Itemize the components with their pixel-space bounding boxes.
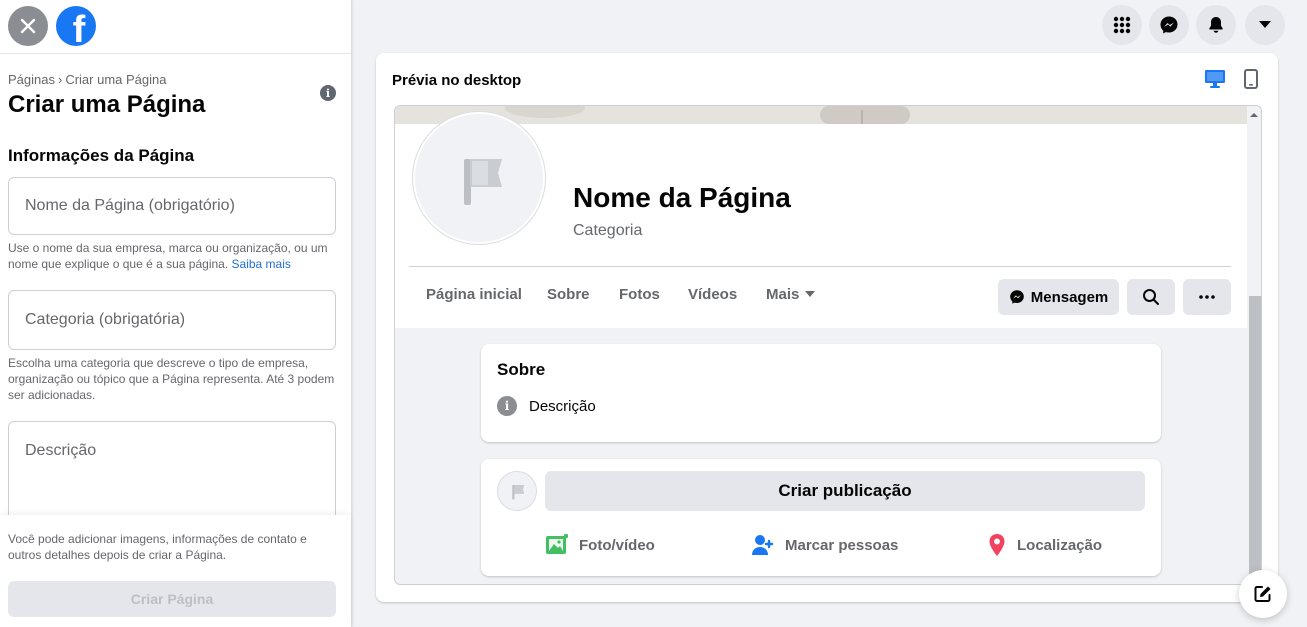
new-message-button[interactable] [1239, 570, 1287, 618]
preview-frame: Nome da Página Categoria Página inicial … [394, 105, 1262, 585]
desktop-icon [1205, 70, 1225, 88]
page-name-preview: Nome da Página [573, 182, 791, 213]
tab-photos[interactable]: Fotos [619, 286, 660, 303]
close-icon [20, 18, 36, 34]
learn-more-link[interactable]: Saiba mais [232, 257, 291, 271]
notifications-button[interactable] [1196, 5, 1236, 45]
breadcrumb-pages-link[interactable]: Páginas [8, 72, 55, 87]
create-page-panel: f Páginas › Criar uma Página Criar uma Pág… [0, 0, 352, 627]
desktop-preview: Prévia no desktop Nome da Página Categor… [376, 53, 1278, 602]
page-name-field [8, 177, 336, 235]
tab-home[interactable]: Página inicial [426, 286, 522, 303]
description-row: i Descrição [497, 396, 596, 416]
profile-picture[interactable] [413, 112, 545, 244]
location-pin-icon [989, 534, 1005, 556]
message-button[interactable]: Mensagem [998, 279, 1119, 315]
messenger-icon [1160, 16, 1178, 34]
create-post-card: Criar publicação Foto/vídeo Marcar pesso… [481, 459, 1161, 576]
account-caret-icon [1259, 21, 1271, 28]
photo-video-button[interactable]: Foto/vídeo [545, 533, 655, 557]
compose-icon [1254, 586, 1271, 602]
tab-videos[interactable]: Vídeos [688, 286, 737, 303]
left-panel-header: f [0, 0, 351, 54]
location-button[interactable]: Localização [987, 533, 1102, 557]
messenger-button[interactable] [1149, 5, 1189, 45]
preview-scrollbar[interactable] [1247, 106, 1261, 584]
tab-more[interactable]: Mais [766, 286, 816, 303]
caret-down-icon [805, 291, 816, 297]
flag-placeholder-icon [512, 485, 525, 500]
message-button-label: Mensagem [1030, 288, 1109, 306]
account-button[interactable] [1245, 5, 1285, 45]
desktop-view-button[interactable] [1204, 69, 1226, 94]
photo-video-label: Foto/vídeo [579, 536, 655, 554]
category-field [8, 290, 336, 350]
close-button[interactable] [8, 6, 48, 46]
scrollbar-thumb[interactable] [1249, 296, 1261, 576]
info-icon: i [497, 396, 517, 416]
tag-people-icon [752, 535, 774, 555]
category-input[interactable] [9, 291, 335, 349]
page-title: Criar uma Página [8, 91, 206, 118]
left-panel-footer: Você pode adicionar imagens, informações… [0, 515, 351, 627]
page-category-preview: Categoria [573, 222, 643, 239]
page-name-input[interactable] [9, 178, 335, 234]
more-options-button[interactable] [1183, 279, 1231, 315]
info-icon[interactable]: i [320, 85, 336, 101]
post-avatar [497, 471, 537, 511]
breadcrumb-current: Criar uma Página [65, 72, 167, 87]
facebook-logo-icon[interactable]: f [56, 6, 96, 46]
cover-photo [395, 106, 1247, 124]
tab-more-label: Mais [766, 286, 800, 303]
breadcrumb-separator: › [57, 72, 63, 87]
messenger-icon [1009, 290, 1024, 304]
description-label: Descrição [529, 397, 596, 415]
tab-about[interactable]: Sobre [547, 286, 590, 303]
location-label: Localização [1017, 536, 1103, 554]
notifications-bell-icon [1209, 17, 1223, 33]
preview-title: Prévia no desktop [392, 72, 522, 89]
page-header: Nome da Página Categoria Página inicial … [395, 112, 1247, 328]
flag-placeholder-icon [464, 159, 502, 205]
mobile-icon [1244, 69, 1258, 89]
tag-people-button[interactable]: Marcar pessoas [751, 533, 898, 557]
header-divider [409, 266, 1231, 267]
section-title: Informações da Página [8, 146, 195, 165]
ellipsis-icon [1199, 295, 1215, 299]
about-card-title: Sobre [497, 360, 546, 379]
menu-button[interactable] [1102, 5, 1142, 45]
mobile-view-button[interactable] [1244, 69, 1258, 94]
footer-note: Você pode adicionar imagens, informações… [8, 532, 307, 562]
create-page-button[interactable]: Criar Página [8, 581, 336, 617]
scroll-up-arrow-icon [1250, 113, 1258, 117]
tag-people-label: Marcar pessoas [785, 536, 899, 554]
create-post-button[interactable]: Criar publicação [545, 471, 1145, 511]
category-hint: Escolha uma categoria que descreve o tip… [8, 356, 335, 402]
about-card: Sobre i Descrição [481, 344, 1161, 442]
breadcrumb: Páginas › Criar uma Página [8, 72, 166, 87]
search-button[interactable] [1127, 279, 1175, 315]
page-name-hint: Use o nome da sua empresa, marca ou orga… [8, 240, 338, 272]
search-icon [1143, 289, 1159, 305]
cover-decoration [505, 106, 910, 124]
photo-video-icon [546, 534, 568, 554]
menu-grid-icon [1113, 16, 1131, 34]
